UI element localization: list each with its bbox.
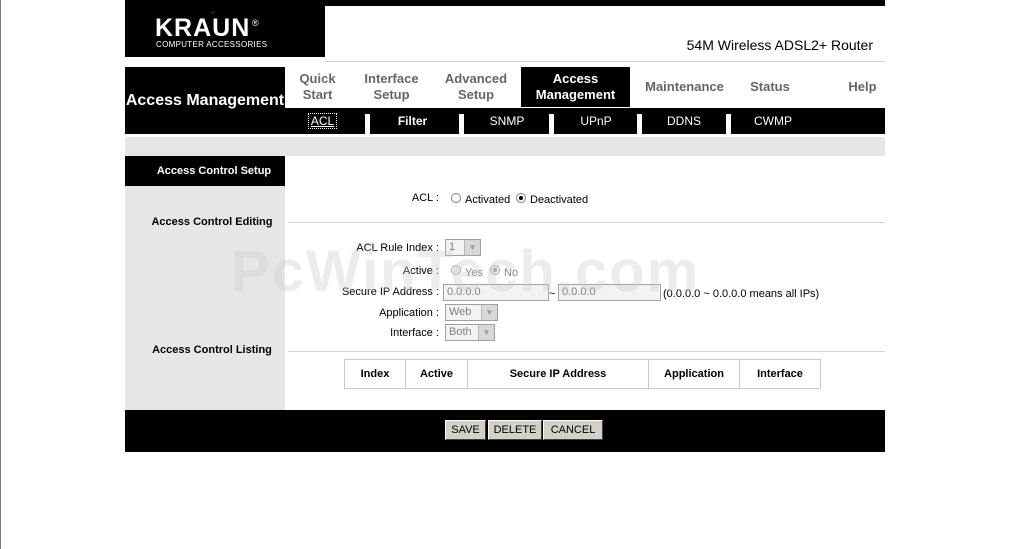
- subtab-cwmp[interactable]: CWMP: [731, 108, 815, 134]
- acl-rule-index-label: ACL Rule Index :: [356, 242, 439, 254]
- acl-activated-radio[interactable]: [451, 193, 461, 203]
- content-top-bar: [125, 137, 885, 156]
- secure-ip-label: Secure IP Address :: [341, 286, 439, 298]
- chevron-down-icon: ▼: [478, 325, 494, 340]
- column-header-active: Active: [405, 359, 468, 389]
- cancel-button[interactable]: CANCEL: [543, 420, 603, 440]
- access-control-listing-table: Index Active Secure IP Address Applicati…: [344, 359, 821, 389]
- access-control-setup-label: Access Control Setup: [125, 156, 285, 186]
- active-label: Active :: [402, 265, 439, 277]
- tab-access-management[interactable]: Access Management: [521, 67, 630, 107]
- tab-status[interactable]: Status: [740, 67, 800, 107]
- save-button[interactable]: SAVE: [445, 420, 486, 440]
- interface-value: Both: [449, 326, 472, 338]
- section-divider: [288, 222, 885, 223]
- tab-maintenance[interactable]: Maintenance: [637, 67, 732, 107]
- secure-ip-start-input[interactable]: 0.0.0.0: [443, 284, 549, 301]
- delete-button[interactable]: DELETE: [488, 420, 542, 440]
- subtab-upnp[interactable]: UPnP: [554, 108, 638, 134]
- subtab-snmp[interactable]: SNMP: [464, 108, 550, 134]
- action-bar: SAVE DELETE CANCEL: [125, 410, 885, 452]
- ip-range-separator: ~: [549, 288, 556, 300]
- access-control-listing-label: Access Control Listing: [152, 344, 272, 356]
- active-no-radio[interactable]: [490, 265, 500, 275]
- chevron-down-icon: ▼: [464, 240, 480, 255]
- acl-label: ACL :: [411, 192, 439, 204]
- sub-navigation: ACL Filter SNMP UPnP DDNS CWMP: [285, 108, 885, 134]
- subtab-acl-label: ACL: [307, 113, 338, 129]
- left-label-column: [125, 156, 285, 410]
- logo-swoosh-icon: ᵕ: [211, 8, 215, 19]
- header-divider: [325, 61, 885, 62]
- table-header-row: Index Active Secure IP Address Applicati…: [344, 359, 821, 389]
- product-name: 54M Wireless ADSL2+ Router: [686, 37, 873, 53]
- acl-rule-index-select[interactable]: 1 ▼: [445, 239, 481, 256]
- active-no-label: No: [504, 267, 519, 279]
- secure-ip-hint: (0.0.0.0 ~ 0.0.0.0 means all IPs): [663, 288, 820, 300]
- logo-registered-mark: ®: [252, 18, 259, 28]
- section-title: Access Management: [125, 67, 285, 134]
- main-navigation: Quick Start Interface Setup Advanced Set…: [285, 67, 885, 107]
- column-header-index: Index: [344, 359, 406, 389]
- column-header-interface: Interface: [739, 359, 821, 389]
- interface-select[interactable]: Both ▼: [445, 324, 495, 341]
- acl-deactivated-radio[interactable]: [516, 193, 526, 203]
- logo-text: KRAUN: [155, 14, 251, 42]
- interface-label: Interface :: [390, 327, 439, 339]
- application-label: Application :: [379, 307, 439, 319]
- application-value: Web: [449, 306, 472, 318]
- subtab-ddns[interactable]: DDNS: [642, 108, 726, 134]
- section-divider: [288, 351, 885, 352]
- acl-rule-index-value: 1: [449, 241, 456, 253]
- chevron-down-icon: ▼: [481, 305, 497, 320]
- subtab-filter[interactable]: Filter: [370, 108, 455, 134]
- application-select[interactable]: Web ▼: [445, 304, 498, 321]
- active-yes-radio[interactable]: [451, 265, 461, 275]
- tab-help[interactable]: Help: [830, 67, 895, 107]
- column-header-application: Application: [648, 359, 740, 389]
- secure-ip-end-input[interactable]: 0.0.0.0: [558, 284, 661, 301]
- column-header-secure-ip: Secure IP Address: [467, 359, 649, 389]
- acl-activated-label: Activated: [465, 194, 511, 206]
- acl-deactivated-label: Deactivated: [530, 194, 589, 206]
- tab-advanced-setup[interactable]: Advanced Setup: [436, 67, 516, 107]
- subtab-acl[interactable]: ACL: [285, 108, 360, 134]
- tab-quick-start[interactable]: Quick Start: [285, 67, 350, 107]
- logo-subtitle: COMPUTER ACCESSORIES: [156, 40, 268, 49]
- active-yes-label: Yes: [465, 267, 483, 279]
- access-control-editing-label: Access Control Editing: [151, 216, 273, 228]
- router-admin-page: KRAUN ᵕ ® COMPUTER ACCESSORIES 54M Wirel…: [125, 0, 885, 452]
- tab-interface-setup[interactable]: Interface Setup: [355, 67, 428, 107]
- brand-logo: KRAUN ᵕ ® COMPUTER ACCESSORIES: [125, 6, 325, 57]
